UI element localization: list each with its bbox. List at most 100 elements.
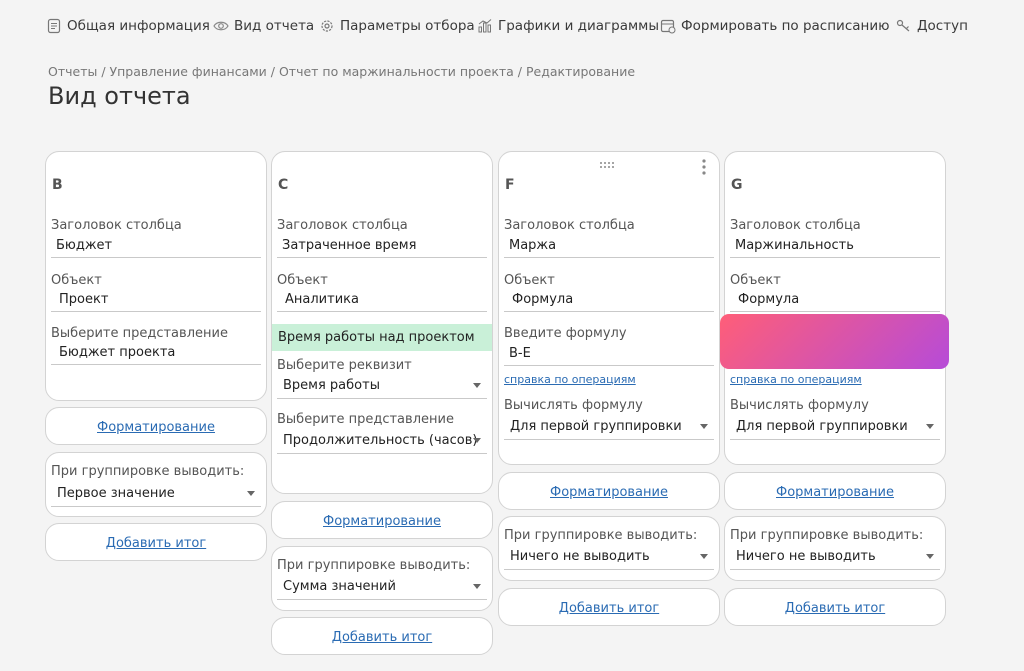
requisite-select[interactable]: Время работы xyxy=(277,373,487,399)
tab-label: Графики и диаграммы xyxy=(498,18,660,34)
object-label: Объект xyxy=(277,273,328,288)
calc-label: Вычислять формулу xyxy=(730,398,869,413)
key-icon xyxy=(896,18,912,34)
chevron-down-icon xyxy=(247,491,255,496)
group-label: При группировке выводить: xyxy=(730,528,924,543)
column-card-g: G Заголовок столбца Маржинальность Объек… xyxy=(724,151,946,465)
select-value: Сумма значений xyxy=(283,579,396,594)
select-value: Ничего не выводить xyxy=(736,549,876,564)
object-field[interactable]: Формула xyxy=(730,288,940,312)
report-tabs: Общая информация Вид отчета Параметры от… xyxy=(0,0,1024,48)
column-letter: G xyxy=(731,177,743,193)
group-select[interactable]: Сумма значений xyxy=(277,574,487,600)
add-total-link[interactable]: Добавить итог xyxy=(725,601,945,616)
header-input[interactable]: Затраченное время xyxy=(277,234,487,258)
tab-label: Формировать по расписанию xyxy=(681,18,890,34)
tab-report-view[interactable]: Вид отчета xyxy=(213,16,314,36)
view-label: Выберите представление xyxy=(277,412,454,427)
header-label: Заголовок столбца xyxy=(730,218,861,233)
tab-access[interactable]: Доступ xyxy=(896,16,968,36)
breadcrumb[interactable]: Отчеты / Управление финансами / Отчет по… xyxy=(48,64,635,79)
chevron-down-icon xyxy=(700,554,708,559)
tab-label: Параметры отбора xyxy=(340,18,475,34)
formatting-link[interactable]: Форматирование xyxy=(499,485,719,500)
tab-charts[interactable]: Графики и диаграммы xyxy=(477,16,659,36)
calc-select[interactable]: Для первой группировки xyxy=(730,414,940,440)
add-total-link[interactable]: Добавить итог xyxy=(46,536,266,551)
select-value: Первое значение xyxy=(57,486,175,501)
more-options-icon[interactable] xyxy=(701,159,707,175)
object-field[interactable]: Проект xyxy=(51,288,261,312)
header-label: Заголовок столбца xyxy=(504,218,635,233)
add-total-link[interactable]: Добавить итог xyxy=(499,601,719,616)
group-label: При группировке выводить: xyxy=(504,528,698,543)
view-select[interactable]: Продолжительность (часов) xyxy=(277,428,487,454)
group-select[interactable]: Первое значение xyxy=(51,481,261,507)
group-select[interactable]: Ничего не выводить xyxy=(504,544,714,570)
object-label: Объект xyxy=(730,273,781,288)
page-title: Вид отчета xyxy=(48,82,191,110)
group-label: При группировке выводить: xyxy=(277,558,471,573)
calc-label: Вычислять формулу xyxy=(504,398,643,413)
add-total-link[interactable]: Добавить итог xyxy=(272,630,492,645)
object-label: Объект xyxy=(51,273,102,288)
chevron-down-icon xyxy=(473,383,481,388)
chevron-down-icon xyxy=(473,584,481,589)
column-letter: F xyxy=(505,177,515,193)
header-label: Заголовок столбца xyxy=(51,218,182,233)
formatting-card-f: Форматирование xyxy=(498,472,720,510)
tab-label: Общая информация xyxy=(67,18,210,34)
column-card-f: F Заголовок столбца Маржа Объект Формула… xyxy=(498,151,720,465)
chevron-down-icon xyxy=(926,424,934,429)
formatting-link[interactable]: Форматирование xyxy=(725,485,945,500)
group-card-f: При группировке выводить: Ничего не выво… xyxy=(498,516,720,581)
select-value: Время работы xyxy=(283,378,380,393)
calendar-icon xyxy=(660,18,676,34)
header-input[interactable]: Маржинальность xyxy=(730,234,940,258)
tab-schedule[interactable]: Формировать по расписанию xyxy=(660,16,889,36)
view-field[interactable]: Бюджет проекта xyxy=(51,341,261,365)
formatting-link[interactable]: Форматирование xyxy=(46,420,266,435)
group-card-g: При группировке выводить: Ничего не выво… xyxy=(724,516,946,581)
column-card-c: C Заголовок столбца Затраченное время Об… xyxy=(271,151,493,494)
eye-icon xyxy=(213,18,229,34)
chevron-down-icon xyxy=(473,438,481,443)
select-value: Для первой группировки xyxy=(736,419,908,434)
gear-icon xyxy=(319,18,335,34)
formatting-card-c: Форматирование xyxy=(271,501,493,539)
tab-label: Доступ xyxy=(917,18,968,34)
formatting-card-g: Форматирование xyxy=(724,472,946,510)
formula-label: Введите формулу xyxy=(730,326,853,341)
group-label: При группировке выводить: xyxy=(51,464,245,479)
column-card-b: B Заголовок столбца Бюджет Объект Проект… xyxy=(45,151,267,401)
object-field[interactable]: Формула xyxy=(504,288,714,312)
tab-label: Вид отчета xyxy=(234,18,315,34)
header-label: Заголовок столбца xyxy=(277,218,408,233)
view-label: Выберите представление xyxy=(51,326,228,341)
formula-input[interactable]: B-E xyxy=(504,342,714,366)
add-total-card-b: Добавить итог xyxy=(45,523,267,561)
formatting-card-b: Форматирование xyxy=(45,407,267,445)
formatting-link[interactable]: Форматирование xyxy=(272,514,492,529)
calc-select[interactable]: Для первой группировки xyxy=(504,414,714,440)
selected-analytic[interactable]: Время работы над проектом xyxy=(272,324,492,351)
header-input[interactable]: Маржа xyxy=(504,234,714,258)
chevron-down-icon xyxy=(700,424,708,429)
operations-help-link[interactable]: справка по операциям xyxy=(504,373,636,386)
formula-input[interactable]: (F/B)*100 xyxy=(730,342,940,366)
add-total-card-g: Добавить итог xyxy=(724,588,946,626)
column-letter: B xyxy=(52,177,63,193)
select-value: Для первой группировки xyxy=(510,419,682,434)
chevron-down-icon xyxy=(926,554,934,559)
group-card-b: При группировке выводить: Первое значени… xyxy=(45,452,267,517)
tab-general-info[interactable]: Общая информация xyxy=(46,16,210,36)
operations-help-link[interactable]: справка по операциям xyxy=(730,373,862,386)
object-field[interactable]: Аналитика xyxy=(277,288,487,312)
formula-label: Введите формулу xyxy=(504,326,627,341)
drag-handle-icon[interactable] xyxy=(599,161,615,169)
select-value: Ничего не выводить xyxy=(510,549,650,564)
group-select[interactable]: Ничего не выводить xyxy=(730,544,940,570)
column-letter: C xyxy=(278,177,289,193)
tab-filter-params[interactable]: Параметры отбора xyxy=(319,16,475,36)
header-input[interactable]: Бюджет xyxy=(51,234,261,258)
